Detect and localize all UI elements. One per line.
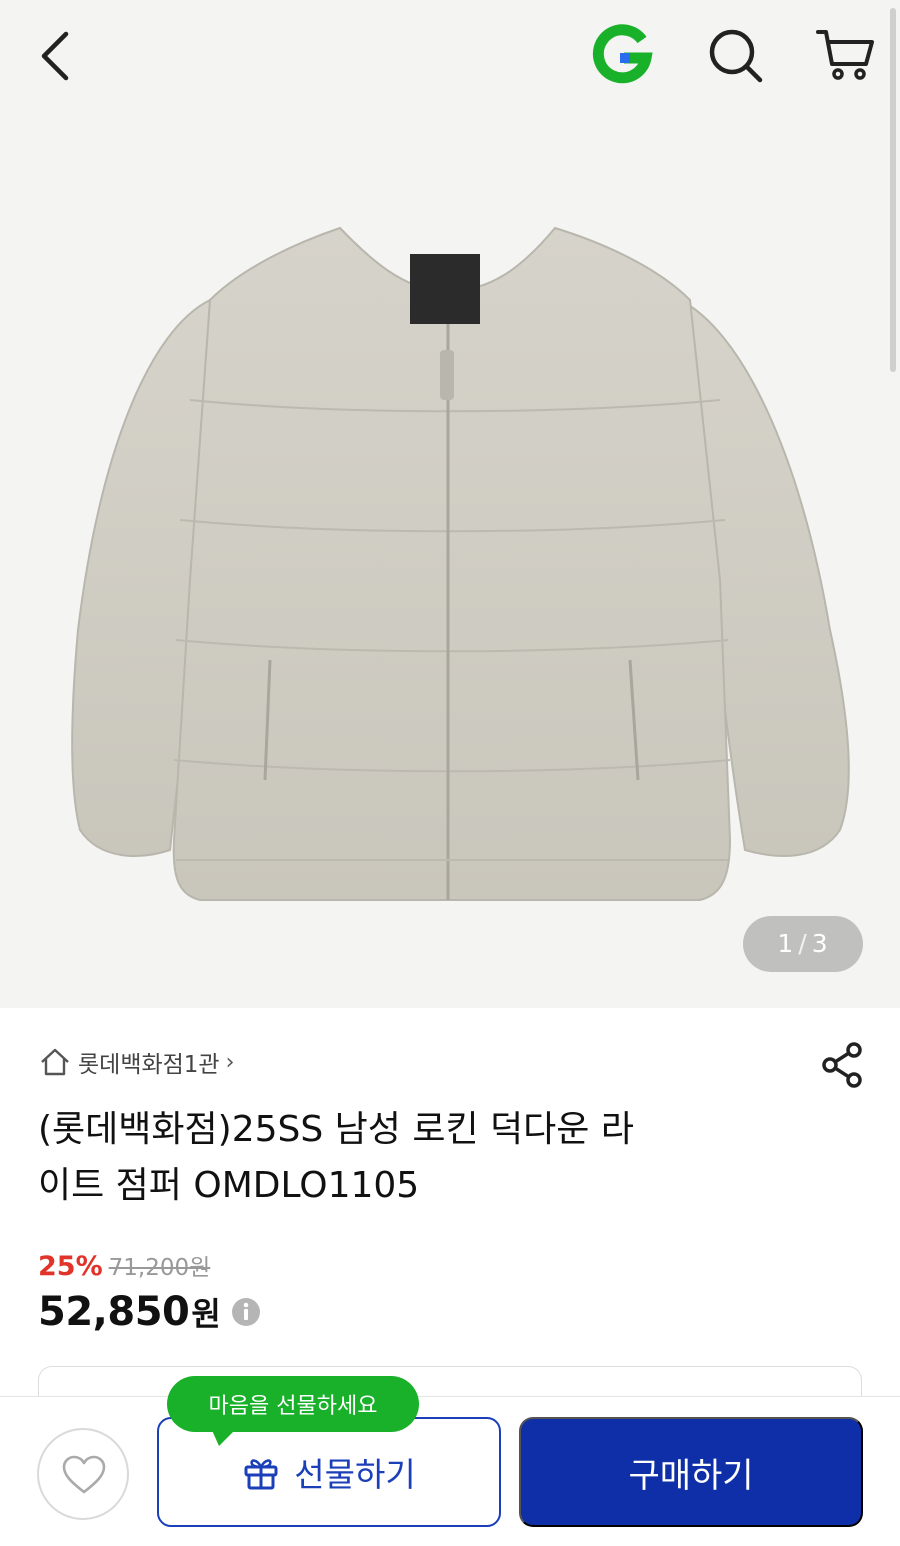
price-unit: 원 [191, 1295, 221, 1333]
image-pager: 1/3 [743, 916, 863, 972]
product-title-line2: 이트 점퍼 OMDLO1105 [38, 1165, 420, 1206]
chevron-right-icon: › [225, 1049, 235, 1075]
share-button[interactable] [818, 1040, 868, 1090]
top-bar [0, 0, 900, 110]
search-button[interactable] [702, 22, 768, 88]
tooltip-tail [211, 1428, 237, 1446]
product-image [71, 226, 850, 901]
discount-rate: 25% [38, 1251, 103, 1282]
chevron-left-icon [41, 31, 69, 81]
home-icon [41, 1048, 69, 1076]
info-icon[interactable] [231, 1297, 261, 1327]
heart-icon [62, 1455, 106, 1494]
product-title-line1: (롯데백화점)25SS 남성 로킨 덕다운 라 [38, 1109, 634, 1150]
pager-total: 3 [811, 929, 829, 958]
gmarket-g-logo-icon [592, 24, 653, 84]
back-button[interactable] [28, 22, 88, 88]
store-name: 롯데백화점1관 [78, 1052, 220, 1078]
original-price: 71,200원 [108, 1255, 211, 1281]
product-image-gallery[interactable]: 1/3 [0, 0, 900, 1008]
pager-current: 1 [777, 929, 795, 958]
scrollbar[interactable] [890, 8, 896, 372]
buy-button-label: 구매하기 [628, 1456, 754, 1495]
gift-button-label: 선물하기 [294, 1456, 416, 1493]
sale-price: 52,850 [38, 1289, 190, 1335]
price-discount-row: 25% 71,200원 [38, 1248, 210, 1284]
cart-icon [816, 30, 874, 80]
gift-button[interactable]: 선물하기 [157, 1417, 501, 1527]
gmarket-home-button[interactable] [590, 22, 656, 88]
gift-tooltip-text: 마음을 선물하세요 [208, 1394, 378, 1419]
gift-icon [244, 1459, 278, 1490]
gift-tooltip: 마음을 선물하세요 [167, 1376, 419, 1446]
pager-separator: / [798, 929, 808, 958]
wishlist-button[interactable] [37, 1428, 129, 1520]
share-icon [822, 1042, 862, 1088]
sale-price-row: 52,850 원 [38, 1284, 261, 1340]
product-detail-page: 1/3 롯데백화점1관 › (롯데백화점)25SS 남성 로킨 덕다운 라 이트… [0, 0, 900, 1546]
store-link[interactable]: 롯데백화점1관 › [38, 1040, 234, 1084]
cart-button[interactable] [812, 20, 878, 86]
product-title: (롯데백화점)25SS 남성 로킨 덕다운 라 이트 점퍼 OMDLO1105 [38, 1102, 798, 1214]
buy-button[interactable]: 구매하기 [519, 1417, 863, 1527]
search-icon [709, 29, 763, 83]
